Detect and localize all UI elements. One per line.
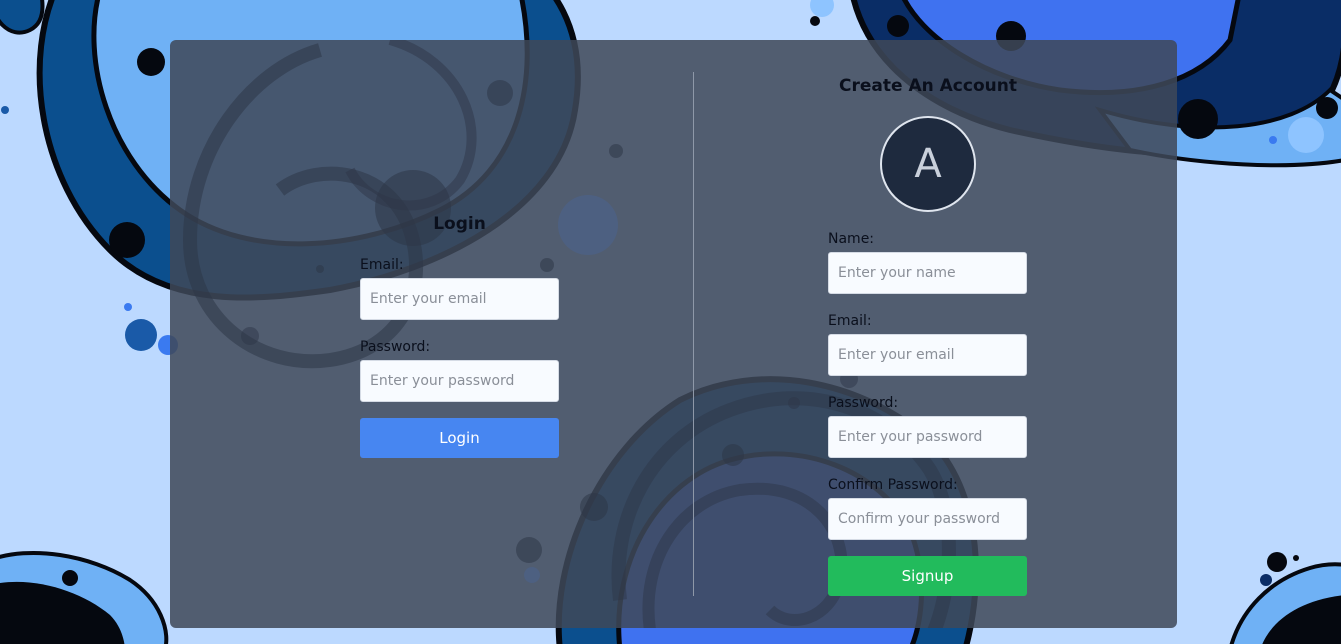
section-divider (693, 72, 694, 596)
signup-email-input[interactable] (828, 334, 1027, 376)
signup-email-label: Email: (828, 313, 872, 329)
signup-confirm-password-input[interactable] (828, 498, 1027, 540)
login-email-input[interactable] (360, 278, 559, 320)
signup-confirm-password-label: Confirm Password: (828, 477, 958, 493)
signup-name-label: Name: (828, 231, 875, 247)
signup-name-input[interactable] (828, 252, 1027, 294)
login-email-label: Email: (360, 257, 404, 273)
auth-card: Login Email: Password: Login Create An A… (170, 40, 1177, 628)
signup-button[interactable]: Signup (828, 556, 1027, 596)
signup-password-input[interactable] (828, 416, 1027, 458)
signup-password-label: Password: (828, 395, 899, 411)
avatar[interactable]: A (880, 116, 976, 212)
login-button[interactable]: Login (360, 418, 559, 458)
signup-title: Create An Account (839, 76, 1017, 96)
avatar-letter: A (914, 141, 942, 187)
login-password-label: Password: (360, 339, 431, 355)
login-title: Login (433, 214, 486, 234)
login-password-input[interactable] (360, 360, 559, 402)
